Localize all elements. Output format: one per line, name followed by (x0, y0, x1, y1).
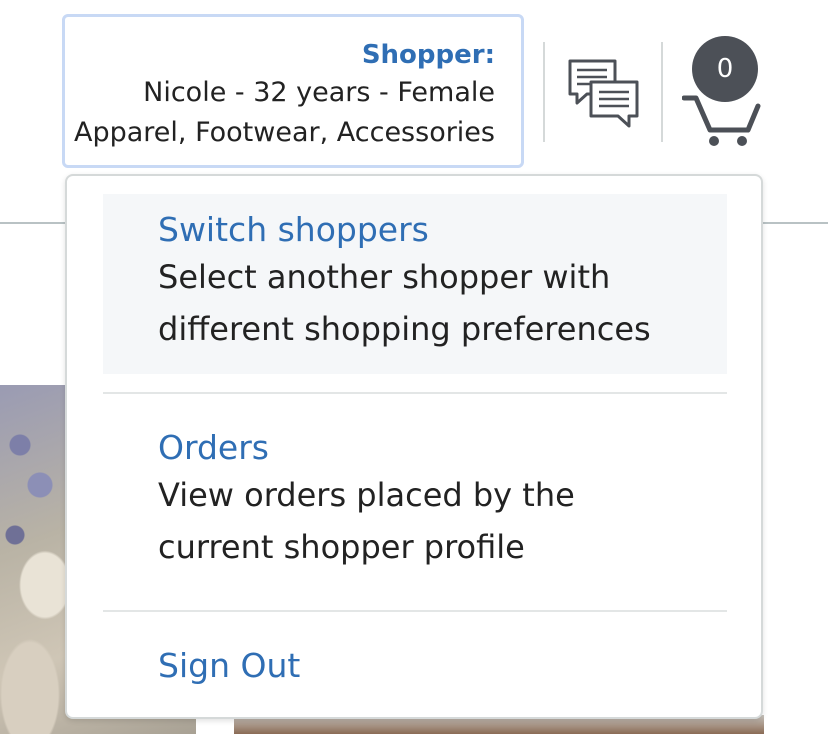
menu-item-sign-out[interactable]: Sign Out (103, 646, 727, 690)
menu-item-title: Switch shoppers (158, 210, 429, 249)
shopper-selector[interactable]: Shopper: Nicole - 32 years - Female Appa… (62, 14, 524, 168)
shopping-cart-icon (682, 95, 761, 146)
menu-divider (103, 610, 727, 612)
menu-item-description: different shopping preferences (158, 310, 651, 348)
menu-item-description: current shopper profile (158, 528, 525, 566)
menu-item-orders[interactable]: Orders View orders placed by the current… (103, 428, 727, 588)
menu-item-title: Orders (158, 428, 269, 467)
menu-divider (103, 392, 727, 394)
shopper-heading: Shopper: (361, 40, 495, 70)
shopper-profile: Nicole - 32 years - Female (143, 77, 495, 108)
cart-button[interactable]: 0 (682, 36, 762, 148)
menu-item-switch-shoppers[interactable]: Switch shoppers Select another shopper w… (103, 194, 727, 374)
shopper-menu-dropdown: Switch shoppers Select another shopper w… (65, 174, 763, 719)
menu-item-description: View orders placed by the (158, 476, 575, 514)
menu-item-title: Sign Out (158, 646, 301, 685)
chat-bubbles-icon[interactable] (567, 58, 641, 130)
header-separator (543, 42, 545, 142)
menu-item-description: Select another shopper with (158, 258, 611, 296)
header-separator (661, 42, 663, 142)
shopper-interests: Apparel, Footwear, Accessories (73, 117, 495, 148)
